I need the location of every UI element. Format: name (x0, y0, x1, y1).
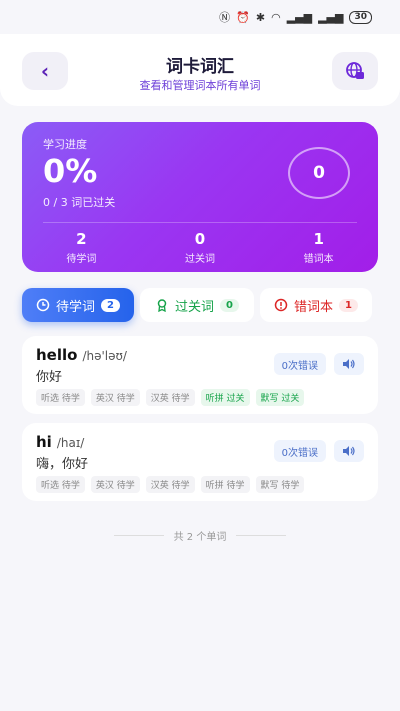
tab-pending-label: 待学词 (56, 299, 96, 315)
header: ‹ 词卡词汇 查看和管理词本所有单词 (0, 34, 400, 106)
tab-passed-count: 0 (220, 298, 239, 312)
mode-tags: 听选 待学 英汉 待学 汉英 待学 听拼 过关 默写 过关 (36, 389, 305, 406)
stat-pending: 2 待学词 (22, 230, 141, 265)
stat-wrong-num: 1 (313, 230, 324, 248)
word-card[interactable]: hello/hə'ləʊ/ 你好 0次错误 听选 待学 英汉 待学 汉英 待学 … (22, 336, 378, 414)
error-count-button[interactable]: 0次错误 (273, 353, 326, 375)
stat-passed: 0 过关词 (141, 230, 260, 265)
stat-passed-num: 0 (194, 230, 206, 248)
word-phonetic: /hə'ləʊ/ (82, 349, 127, 363)
tag-listen-choose: 听选 待学 (36, 476, 85, 493)
speaker-icon (343, 446, 355, 456)
tab-pending-count: 2 (101, 298, 120, 312)
list-footer: 共 2 个单词 (0, 528, 400, 543)
divider (236, 535, 287, 536)
globe-translate-icon (346, 62, 364, 79)
signal-icon-2: ▂▄▆ (318, 10, 344, 24)
progress-card: 学习进度 0% 0 / 3 词已过关 0 2 待学词 0 过关词 1 错词本 (22, 122, 378, 272)
progress-percent: 0% (43, 152, 98, 190)
status-bar: Ⓝ ⏰ ✱ ◠ ▂▄▆ ▂▄▆ 30 (0, 0, 400, 34)
tag-en-zh: 英汉 待学 (90, 389, 140, 406)
bluetooth-icon: ✱ (255, 10, 266, 24)
stat-pending-num: 2 (76, 230, 87, 248)
speak-button[interactable] (334, 353, 364, 375)
divider (43, 222, 357, 223)
progress-summary: 0 / 3 词已过关 (43, 196, 116, 209)
stat-wrong: 1 错词本 (259, 230, 378, 265)
wifi-icon: ◠ (271, 10, 281, 24)
word-phonetic: /haɪ/ (56, 436, 85, 450)
speak-button[interactable] (334, 440, 364, 462)
word-tabs: 待学词 2 过关词 0 错词本 1 (22, 288, 378, 322)
word-line: hi/haɪ/ (36, 433, 84, 451)
error-count-button[interactable]: 0次错误 (273, 440, 326, 462)
translate-button[interactable] (332, 52, 378, 90)
nfc-icon: Ⓝ (219, 11, 231, 24)
progress-circle: 0 (288, 147, 350, 199)
tag-zh-en: 汉英 待学 (145, 389, 195, 406)
word-meaning: 你好 (36, 370, 63, 385)
progress-stats: 2 待学词 0 过关词 1 错词本 (22, 230, 378, 265)
word-card[interactable]: hi/haɪ/ 嗨，你好 0次错误 听选 待学 英汉 待学 汉英 待学 听拼 待… (22, 423, 378, 501)
alert-circle-icon (274, 298, 288, 312)
tag-dictation: 默写 过关 (255, 389, 305, 406)
stat-passed-label: 过关词 (185, 254, 215, 265)
tag-listen-choose: 听选 待学 (36, 389, 85, 406)
mode-tags: 听选 待学 英汉 待学 汉英 待学 听拼 待学 默写 待学 (36, 476, 305, 493)
tag-dictation: 默写 待学 (255, 476, 305, 493)
tag-listen-spell: 听拼 过关 (200, 389, 250, 406)
stat-wrong-label: 错词本 (303, 254, 334, 265)
tab-passed[interactable]: 过关词 0 (140, 288, 254, 322)
clock-icon (36, 298, 50, 312)
tab-passed-label: 过关词 (175, 299, 215, 315)
battery-indicator: 30 (349, 10, 372, 24)
tag-zh-en: 汉英 待学 (145, 476, 195, 493)
divider (113, 535, 164, 536)
stat-pending-label: 待学词 (66, 254, 97, 265)
word-meaning: 嗨，你好 (36, 457, 89, 472)
word-line: hello/hə'ləʊ/ (36, 346, 127, 364)
tab-wrong[interactable]: 错词本 1 (260, 288, 372, 322)
word-total: 共 2 个单词 (173, 532, 227, 543)
tab-wrong-count: 1 (339, 298, 358, 312)
tab-wrong-label: 错词本 (294, 299, 334, 315)
tag-listen-spell: 听拼 待学 (200, 476, 250, 493)
medal-icon (157, 299, 167, 312)
word-text: hi (36, 433, 52, 451)
word-text: hello (36, 346, 78, 364)
signal-icon: ▂▄▆ (286, 10, 313, 24)
tag-en-zh: 英汉 待学 (90, 476, 140, 493)
progress-label: 学习进度 (43, 138, 87, 151)
tab-pending[interactable]: 待学词 2 (22, 288, 134, 322)
alarm-icon: ⏰ (236, 10, 250, 24)
speaker-icon (343, 359, 355, 369)
